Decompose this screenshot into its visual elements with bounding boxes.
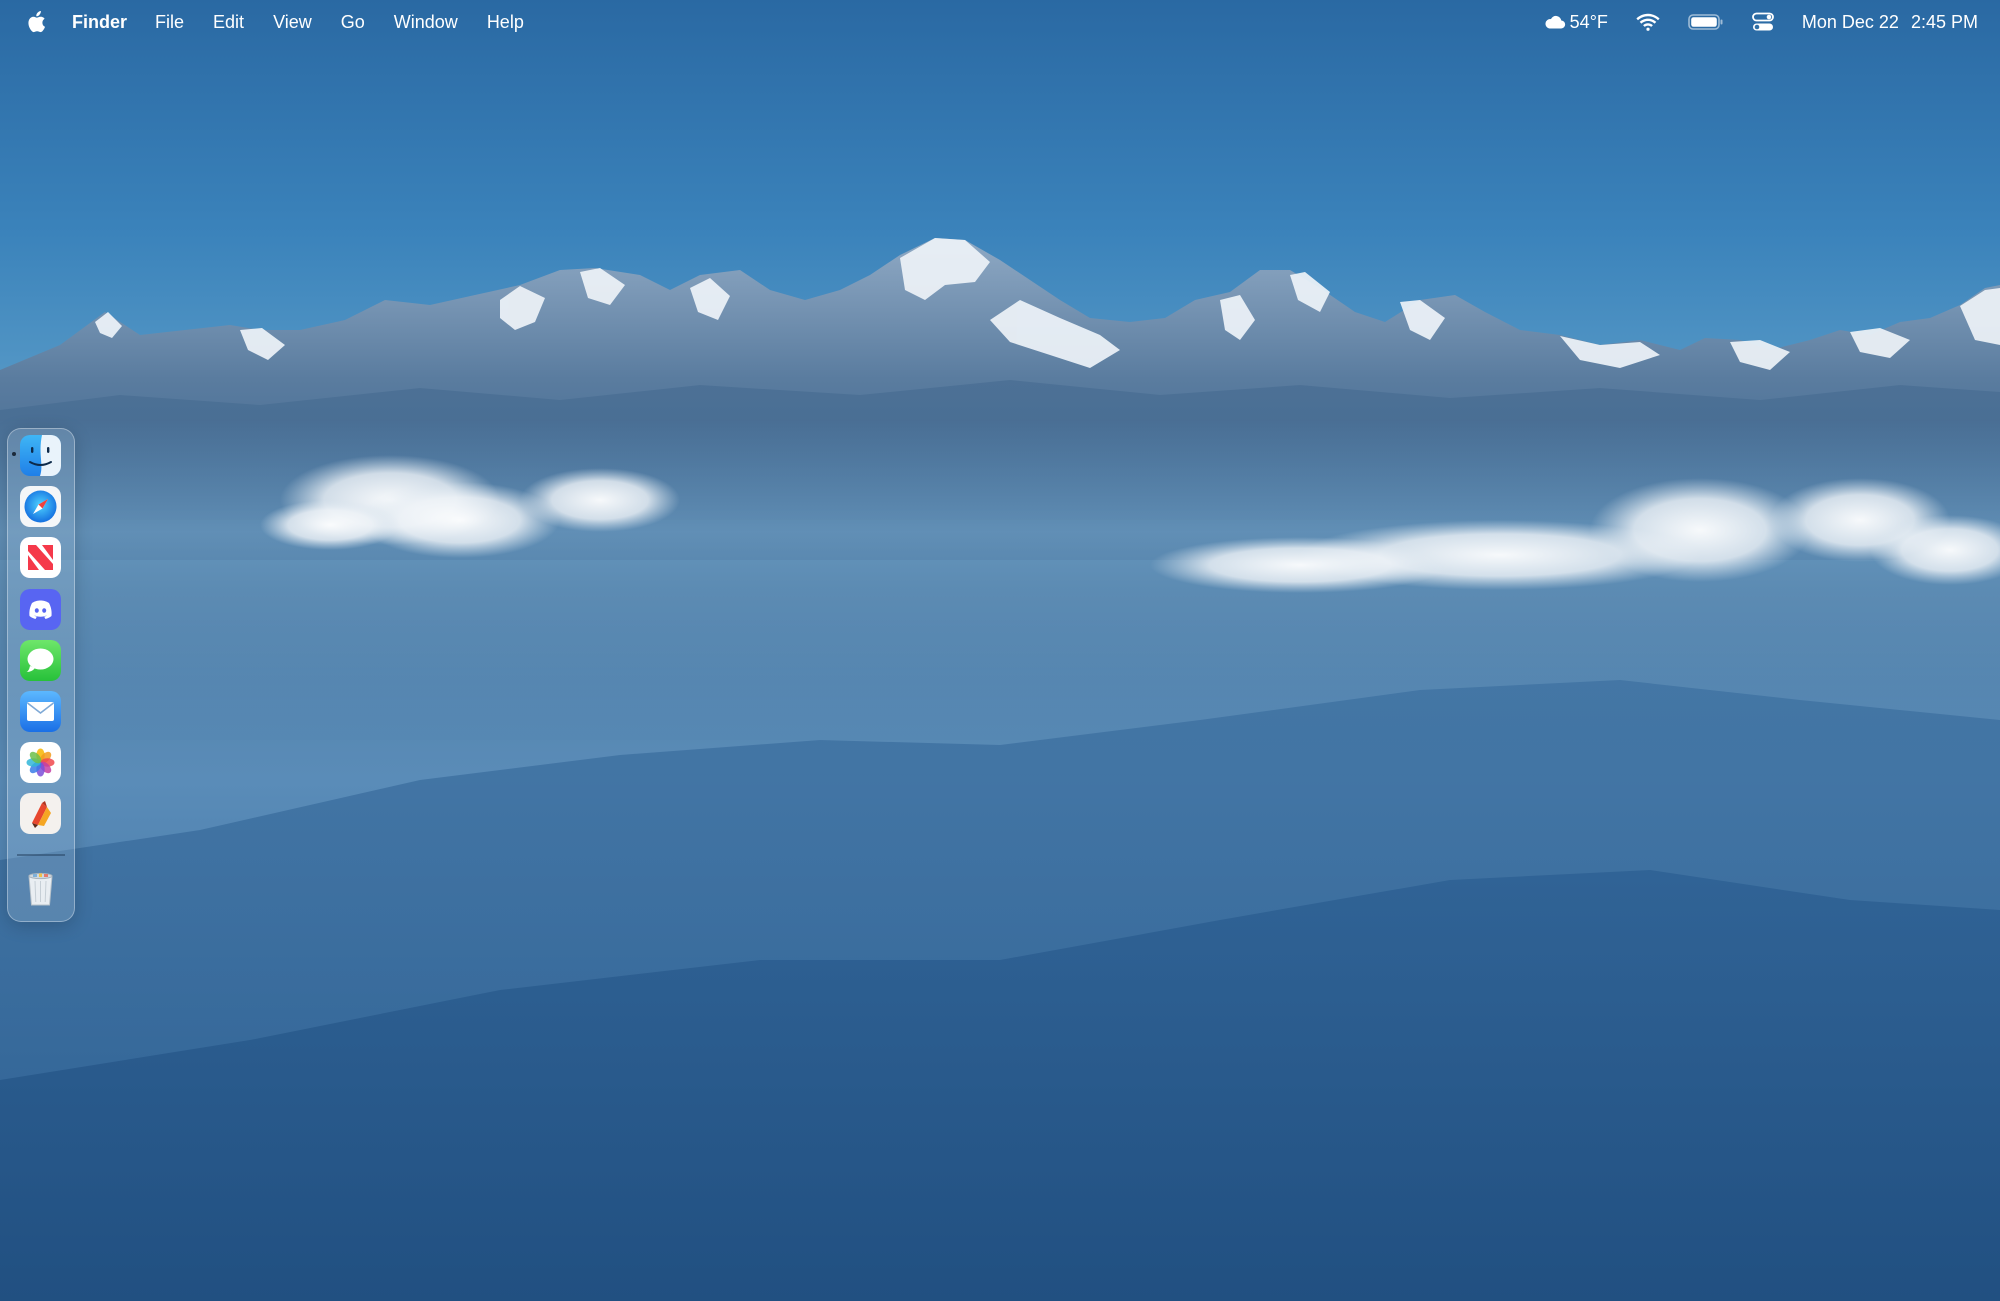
menu-file[interactable]: File: [155, 0, 184, 44]
dock-news-icon[interactable]: [20, 537, 61, 578]
menu-help[interactable]: Help: [487, 0, 524, 44]
wifi-icon[interactable]: [1636, 13, 1660, 31]
running-indicator: [12, 452, 16, 456]
weather-status[interactable]: 54°F: [1544, 12, 1608, 33]
dock-safari-icon[interactable]: [20, 486, 61, 527]
apple-menu-icon[interactable]: [24, 10, 48, 34]
dock-trash-icon[interactable]: [20, 867, 61, 908]
dock-divider: [17, 854, 65, 856]
menu-view[interactable]: View: [273, 0, 312, 44]
battery-icon[interactable]: [1688, 13, 1724, 31]
clock-time: 2:45 PM: [1910, 11, 1978, 32]
menu-bar: Finder File Edit View Go Window Help 54°…: [0, 0, 2000, 44]
menu-edit[interactable]: Edit: [213, 0, 244, 44]
dock-mail-icon[interactable]: [20, 691, 61, 732]
menu-window[interactable]: Window: [394, 0, 458, 44]
clock[interactable]: Mon Dec 22 2:45 PM: [1802, 12, 1978, 33]
dock-finder-icon[interactable]: [20, 435, 61, 476]
cloud-icon: [1545, 15, 1565, 29]
weather-temperature: 54°F: [1569, 11, 1608, 32]
dock-messages-icon[interactable]: [20, 640, 61, 681]
desktop[interactable]: Finder File Edit View Go Window Help 54°…: [0, 0, 2000, 1301]
dock-discord-icon[interactable]: [20, 589, 61, 630]
menu-app-name[interactable]: Finder: [72, 0, 127, 44]
menu-go[interactable]: Go: [341, 0, 365, 44]
desktop-wallpaper: [0, 0, 2000, 1301]
dock: [7, 428, 75, 922]
dock-pixelmator-icon[interactable]: [20, 793, 61, 834]
dock-photos-icon[interactable]: [20, 742, 61, 783]
control-center-icon[interactable]: [1751, 12, 1774, 32]
clock-date: Mon Dec 22: [1801, 11, 1899, 32]
